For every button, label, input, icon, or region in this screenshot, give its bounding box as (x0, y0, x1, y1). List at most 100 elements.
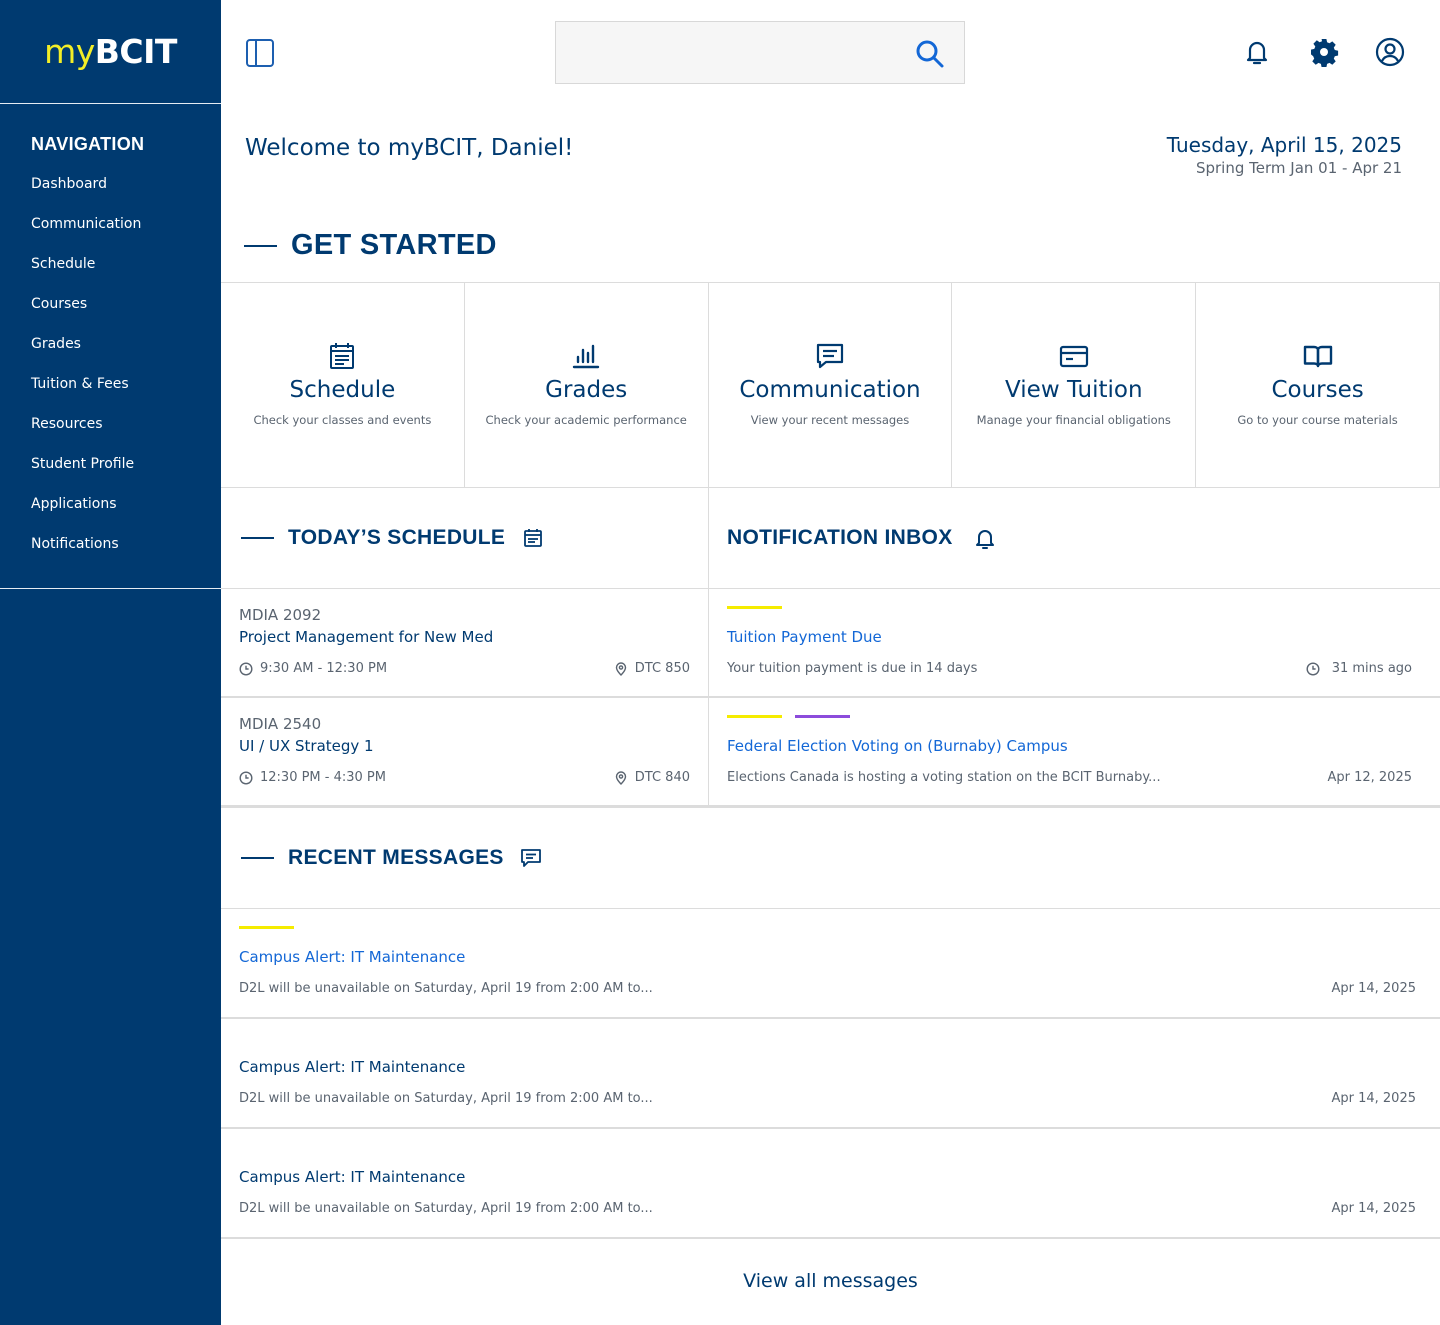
schedule-title: TODAY’S SCHEDULE (288, 526, 506, 549)
category-tag (795, 715, 850, 718)
notification-item[interactable]: Tuition Payment Due Your tuition payment… (709, 589, 1440, 698)
card-title: View Tuition (1005, 377, 1143, 403)
heading-dash (244, 244, 277, 247)
schedule-item[interactable]: MDIA 2540 UI / UX Strategy 1 12:30 PM - … (221, 698, 708, 807)
view-all-messages-link[interactable]: View all messages (221, 1237, 1440, 1325)
get-started-title: GET STARTED (291, 229, 497, 261)
calendar-icon[interactable] (523, 528, 543, 548)
message-preview: D2L will be unavailable on Saturday, Apr… (239, 1091, 653, 1106)
search-icon[interactable] (914, 38, 946, 70)
welcome-heading: Welcome to myBCIT, Daniel! (245, 135, 574, 161)
nav-item-applications[interactable]: Applications (0, 495, 221, 535)
nav-item-tuition-fees[interactable]: Tuition & Fees (0, 375, 221, 415)
side-navigation: NAVIGATION Dashboard Communication Sched… (0, 104, 221, 589)
todays-schedule: TODAY’S SCHEDULE MDIA 2092 Project Manag… (221, 488, 709, 807)
course-name: Project Management for New Med (239, 628, 494, 646)
sidebar: myBCIT NAVIGATION Dashboard Communicatio… (0, 0, 221, 1325)
top-bar (221, 0, 1440, 104)
card-courses[interactable]: Courses Go to your course materials (1196, 283, 1440, 487)
card-subtitle: Check your classes and events (253, 413, 432, 427)
card-title: Communication (739, 377, 921, 403)
location-pin-icon (615, 770, 626, 785)
notification-item[interactable]: Federal Election Voting on (Burnaby) Cam… (709, 698, 1440, 807)
notification-time: Apr 12, 2025 (1327, 770, 1412, 785)
nav-item-courses[interactable]: Courses (0, 295, 221, 335)
card-subtitle: Check your academic performance (485, 413, 687, 427)
bell-icon[interactable] (973, 526, 997, 550)
book-icon (1303, 345, 1332, 368)
card-subtitle: Go to your course materials (1237, 413, 1398, 427)
notification-header: NOTIFICATION INBOX (709, 488, 1440, 589)
priority-tag (727, 606, 782, 609)
search-bar[interactable] (555, 21, 965, 84)
course-code: MDIA 2092 (239, 606, 322, 624)
bar-chart-icon (572, 344, 600, 369)
class-time: 9:30 AM - 12:30 PM (239, 661, 387, 676)
nav-item-resources[interactable]: Resources (0, 415, 221, 455)
class-time-text: 9:30 AM - 12:30 PM (260, 661, 388, 676)
nav-item-notifications[interactable]: Notifications (0, 535, 221, 575)
class-time-text: 12:30 PM - 4:30 PM (260, 770, 386, 785)
sidebar-toggle-icon[interactable] (245, 38, 275, 68)
notification-body: Elections Canada is hosting a voting sta… (727, 770, 1161, 785)
notification-body: Your tuition payment is due in 14 days (727, 661, 978, 676)
messages-header: RECENT MESSAGES (221, 808, 1440, 909)
current-date: Tuesday, April 15, 2025 (1166, 133, 1402, 157)
schedule-header: TODAY’S SCHEDULE (221, 488, 708, 589)
card-grades[interactable]: Grades Check your academic performance (465, 283, 709, 487)
message-preview: D2L will be unavailable on Saturday, Apr… (239, 981, 653, 996)
nav-item-student-profile[interactable]: Student Profile (0, 455, 221, 495)
message-title[interactable]: Campus Alert: IT Maintenance (239, 948, 465, 966)
messages-heading: RECENT MESSAGES (241, 846, 542, 870)
message-title[interactable]: Campus Alert: IT Maintenance (239, 1168, 465, 1186)
notification-time-text: 31 mins ago (1331, 661, 1412, 676)
course-name: UI / UX Strategy 1 (239, 737, 374, 755)
notification-time: 31 mins ago (1306, 661, 1412, 676)
location-pin-icon (615, 661, 626, 676)
bell-icon[interactable] (1242, 37, 1272, 67)
class-room: DTC 850 (614, 661, 690, 676)
nav-item-grades[interactable]: Grades (0, 335, 221, 375)
notification-title[interactable]: Tuition Payment Due (727, 628, 882, 646)
heading-dash (241, 857, 274, 859)
schedule-heading: TODAY’S SCHEDULE (241, 526, 543, 550)
clock-icon (1306, 661, 1320, 676)
priority-tag (727, 715, 782, 718)
message-item[interactable]: Campus Alert: IT Maintenance D2L will be… (221, 1129, 1440, 1239)
message-item[interactable]: Campus Alert: IT Maintenance D2L will be… (221, 909, 1440, 1019)
unread-tag (239, 926, 294, 929)
course-code: MDIA 2540 (239, 715, 322, 733)
nav-item-dashboard[interactable]: Dashboard (0, 175, 221, 215)
nav-item-schedule[interactable]: Schedule (0, 255, 221, 295)
message-icon (816, 343, 844, 369)
card-schedule[interactable]: Schedule Check your classes and events (221, 283, 465, 487)
card-title: Courses (1271, 377, 1364, 403)
date-block: Tuesday, April 15, 2025 Spring Term Jan … (1167, 133, 1402, 177)
notification-inbox: NOTIFICATION INBOX Tuition Payment Due Y… (709, 488, 1440, 807)
message-icon[interactable] (520, 847, 542, 869)
message-date: Apr 14, 2025 (1331, 1091, 1416, 1106)
card-title: Grades (545, 377, 628, 403)
message-item[interactable]: Campus Alert: IT Maintenance D2L will be… (221, 1019, 1440, 1129)
class-room: DTC 840 (614, 770, 690, 785)
card-subtitle: Manage your financial obligations (976, 413, 1171, 427)
notification-heading: NOTIFICATION INBOX (727, 526, 997, 550)
schedule-item[interactable]: MDIA 2092 Project Management for New Med… (221, 589, 708, 698)
card-communication[interactable]: Communication View your recent messages (709, 283, 953, 487)
gear-icon[interactable] (1309, 37, 1339, 67)
notification-title[interactable]: Federal Election Voting on (Burnaby) Cam… (727, 737, 1068, 755)
logo-bcit: BCIT (94, 32, 178, 71)
card-view-tuition[interactable]: View Tuition Manage your financial oblig… (952, 283, 1197, 487)
recent-messages: RECENT MESSAGES Campus Alert: IT Mainten… (221, 807, 1440, 1325)
message-title[interactable]: Campus Alert: IT Maintenance (239, 1058, 465, 1076)
class-room-text: DTC 840 (634, 770, 690, 785)
messages-title: RECENT MESSAGES (288, 846, 504, 869)
notification-title: NOTIFICATION INBOX (727, 526, 953, 549)
quick-links: Schedule Check your classes and events G… (221, 282, 1440, 488)
nav-item-communication[interactable]: Communication (0, 215, 221, 255)
account-icon[interactable] (1375, 37, 1405, 67)
logo[interactable]: myBCIT (44, 32, 177, 71)
logo-area: myBCIT (0, 0, 221, 104)
clock-icon (239, 770, 253, 785)
message-date: Apr 14, 2025 (1331, 1201, 1416, 1216)
